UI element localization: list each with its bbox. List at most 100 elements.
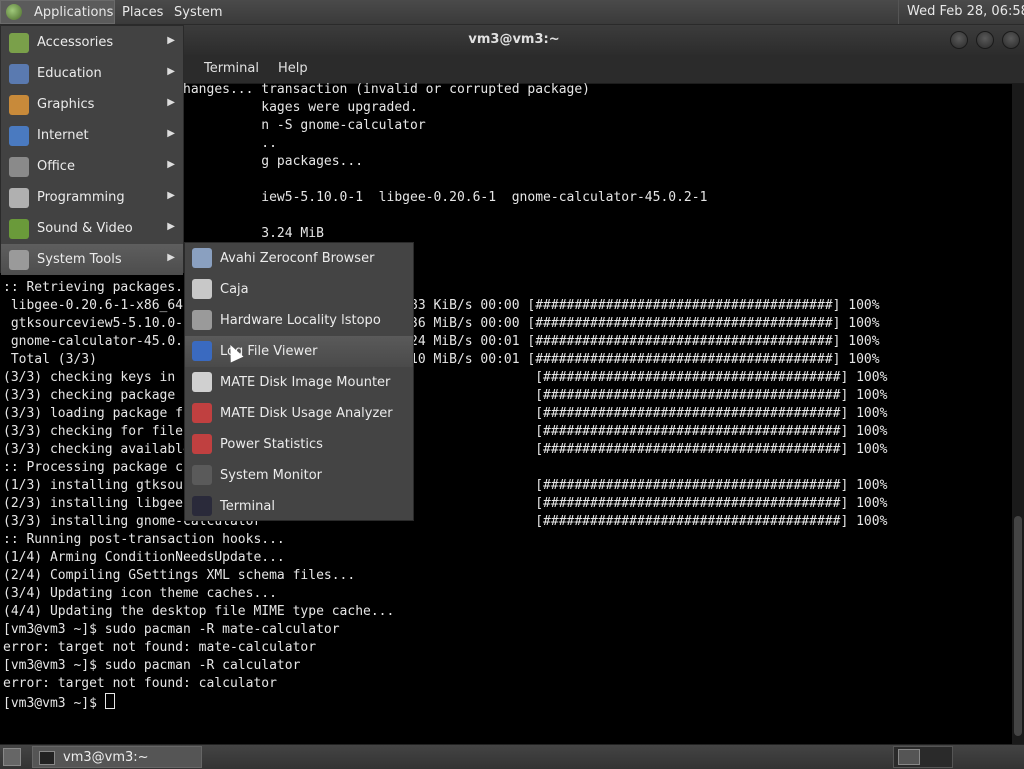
sound-video-icon — [9, 219, 29, 239]
terminal-line: (3/3) checking keys in keyring [########… — [3, 370, 888, 385]
terminal-line: (4/4) Updating the desktop file MIME typ… — [3, 604, 395, 619]
system-tools-item-label: Avahi Zeroconf Browser — [220, 251, 375, 266]
submenu-arrow-icon: ▶ — [167, 221, 175, 232]
terminal-line: error: target not found: mate-calculator — [3, 640, 317, 655]
maximize-icon[interactable] — [976, 31, 994, 49]
terminal-icon — [192, 496, 212, 516]
apps-menu-item[interactable]: Programming ▶ — [1, 182, 183, 213]
terminal-line: (2/3) installing libgee [###############… — [3, 496, 888, 511]
terminal-line: Total (3/3) 2 MiB 4.10 MiB/s 00:01 [####… — [3, 352, 880, 367]
apps-menu-item[interactable]: Office ▶ — [1, 151, 183, 182]
clock[interactable]: Wed Feb 28, 06:58 — [898, 0, 1024, 24]
terminal-menu[interactable]: Terminal — [204, 61, 259, 76]
terminal-line: (3/3) checking package integrity [######… — [3, 388, 888, 403]
apps-menu-item[interactable]: Graphics ▶ — [1, 89, 183, 120]
terminal-cursor — [104, 693, 115, 709]
system-tools-item[interactable]: Terminal — [185, 491, 413, 522]
system-tools-item[interactable]: Caja — [185, 274, 413, 305]
terminal-icon — [39, 751, 55, 765]
submenu-arrow-icon: ▶ — [167, 97, 175, 108]
terminal-line: (2/4) Compiling GSettings XML schema fil… — [3, 568, 356, 583]
top-panel: Applications Places System Wed Feb 28, 0… — [0, 0, 1024, 25]
system-tools-item-label: Hardware Locality lstopo — [220, 313, 381, 328]
system-tools-item[interactable]: MATE Disk Usage Analyzer — [185, 398, 413, 429]
scrollbar-thumb[interactable] — [1014, 516, 1022, 736]
applications-menu: Accessories ▶ Education ▶ Graphics ▶ Internet ▶… — [0, 25, 184, 275]
help-menu[interactable]: Help — [278, 61, 308, 76]
terminal-line: error: target not found: calculator — [3, 676, 277, 691]
submenu-arrow-icon: ▶ — [167, 252, 175, 263]
terminal-line: (3/3) checking for file conflicts [#####… — [3, 424, 888, 439]
power-stats-icon — [192, 434, 212, 454]
apps-menu-item[interactable]: Accessories ▶ — [1, 27, 183, 58]
terminal-line: gtksourceview5-5.10.0-1 4 KiB 2.36 MiB/s… — [3, 316, 880, 331]
workspace-switcher[interactable] — [893, 746, 953, 768]
disk-usage-icon — [192, 403, 212, 423]
apps-menu-item[interactable]: Internet ▶ — [1, 120, 183, 151]
terminal-line: libgee-0.20.6-1-x86_64 2 KiB 683 KiB/s 0… — [3, 298, 880, 313]
submenu-arrow-icon: ▶ — [167, 159, 175, 170]
system-tools-submenu: Avahi Zeroconf Browser Caja Hardware Local… — [184, 242, 414, 521]
apps-menu-item-label: Accessories — [37, 35, 114, 50]
system-tools-item-label: Caja — [220, 282, 249, 297]
apps-menu-item-label: Graphics — [37, 97, 95, 112]
system-tools-item[interactable]: Power Statistics — [185, 429, 413, 460]
apps-menu-item[interactable]: System Tools ▶ — [1, 244, 183, 275]
system-tools-item-label: MATE Disk Usage Analyzer — [220, 406, 393, 421]
apps-menu-item-label: Internet — [37, 128, 89, 143]
system-tools-item-label: MATE Disk Image Mounter — [220, 375, 391, 390]
system-tools-item[interactable]: Log File Viewer — [185, 336, 413, 367]
system-tools-item[interactable]: Avahi Zeroconf Browser — [185, 243, 413, 274]
system-tools-item-label: System Monitor — [220, 468, 323, 483]
system-tools-icon — [9, 250, 29, 270]
system-tools-item[interactable]: Hardware Locality lstopo — [185, 305, 413, 336]
workspace-1[interactable] — [898, 749, 920, 765]
terminal-line: (1/3) installing gtksourceview5 [#######… — [3, 478, 888, 493]
terminal-line: :: Retrieving packages... — [3, 280, 199, 295]
mate-logo-icon — [6, 4, 22, 20]
avahi-icon — [192, 248, 212, 268]
submenu-arrow-icon: ▶ — [167, 35, 175, 46]
internet-icon — [9, 126, 29, 146]
system-monitor-icon — [192, 465, 212, 485]
bottom-panel: vm3@vm3:~ — [0, 744, 1024, 769]
terminal-scrollbar[interactable] — [1012, 84, 1024, 744]
terminal-line: [vm3@vm3 ~]$ sudo pacman -R calculator — [3, 658, 301, 673]
submenu-arrow-icon: ▶ — [167, 66, 175, 77]
taskbar-terminal-button[interactable]: vm3@vm3:~ — [32, 746, 202, 768]
submenu-arrow-icon: ▶ — [167, 190, 175, 201]
apps-menu-item-label: Education — [37, 66, 102, 81]
close-icon[interactable] — [1002, 31, 1020, 49]
terminal-line: (3/3) checking available disk space [###… — [3, 442, 888, 457]
taskbar-terminal-label: vm3@vm3:~ — [63, 750, 149, 765]
apps-menu-item[interactable]: Sound & Video ▶ — [1, 213, 183, 244]
disk-mounter-icon — [192, 372, 212, 392]
terminal-line: (3/4) Updating icon theme caches... — [3, 586, 277, 601]
caja-icon — [192, 279, 212, 299]
terminal-line: [vm3@vm3 ~]$ sudo pacman -R mate-calcula… — [3, 622, 340, 637]
submenu-arrow-icon: ▶ — [167, 128, 175, 139]
system-menu-button[interactable]: System — [174, 5, 222, 20]
office-icon — [9, 157, 29, 177]
places-menu-button[interactable]: Places — [122, 5, 163, 20]
programming-icon — [9, 188, 29, 208]
terminal-line: [vm3@vm3 ~]$ — [3, 693, 115, 713]
terminal-line: (1/4) Arming ConditionNeedsUpdate... — [3, 550, 285, 565]
terminal-line: (3/3) loading package files [###########… — [3, 406, 888, 421]
system-tools-item[interactable]: MATE Disk Image Mounter — [185, 367, 413, 398]
apps-menu-item-label: System Tools — [37, 252, 122, 267]
lstopo-icon — [192, 310, 212, 330]
system-tools-item-label: Power Statistics — [220, 437, 323, 452]
apps-menu-item-label: Programming — [37, 190, 125, 205]
minimize-icon[interactable] — [950, 31, 968, 49]
applications-label: Applications — [34, 5, 114, 20]
accessories-icon — [9, 33, 29, 53]
apps-menu-item[interactable]: Education ▶ — [1, 58, 183, 89]
show-desktop-icon[interactable] — [3, 748, 21, 766]
terminal-line: gnome-calculator-45.0. 9 KiB 3.24 MiB/s … — [3, 334, 880, 349]
graphics-icon — [9, 95, 29, 115]
applications-menu-button[interactable]: Applications — [0, 0, 115, 24]
terminal-line: (3/3) installing gnome-calculator [#####… — [3, 514, 888, 529]
log-viewer-icon — [192, 341, 212, 361]
system-tools-item[interactable]: System Monitor — [185, 460, 413, 491]
